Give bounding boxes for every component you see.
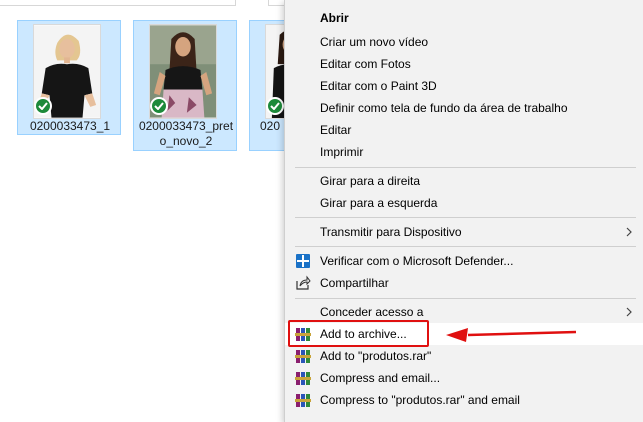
menu-separator bbox=[295, 298, 636, 299]
menu-item-label: Conceder acesso a bbox=[320, 305, 424, 319]
menu-item-open[interactable]: Abrir bbox=[285, 7, 643, 29]
menu-item-label: Editar bbox=[320, 123, 352, 137]
menu-item-edit-photos[interactable]: Editar com Fotos bbox=[285, 53, 643, 75]
file-name: 0200033473_pret o_novo_2 bbox=[138, 119, 234, 148]
menu-item-label: Editar com o Paint 3D bbox=[320, 79, 437, 93]
annotation-highlight-box bbox=[288, 320, 429, 347]
file-item-2[interactable]: 0200033473_pret o_novo_2 bbox=[133, 20, 237, 151]
share-icon bbox=[296, 275, 311, 290]
sync-status-icon bbox=[266, 97, 284, 115]
winrar-books-icon bbox=[295, 350, 311, 363]
menu-item-rotate-right[interactable]: Girar para a direita bbox=[285, 170, 643, 192]
toolbar-box bbox=[0, 0, 236, 6]
menu-item-create-video[interactable]: Criar um novo vídeo bbox=[285, 31, 643, 53]
menu-item-cast-to-device[interactable]: Transmitir para Dispositivo bbox=[285, 221, 643, 243]
explorer-window: 0200033473_1 0200033473_pret o_novo_2 02… bbox=[0, 0, 643, 422]
menu-item-label: Compartilhar bbox=[320, 276, 389, 290]
sync-status-icon bbox=[34, 97, 52, 115]
context-menu: Abrir Criar um novo vídeo Editar com Fot… bbox=[284, 0, 643, 422]
annotation-arrow-icon bbox=[446, 328, 577, 342]
chevron-right-icon bbox=[626, 227, 632, 237]
chevron-right-icon bbox=[626, 307, 632, 317]
menu-separator bbox=[295, 167, 636, 168]
menu-separator bbox=[295, 217, 636, 218]
menu-item-label: Abrir bbox=[320, 11, 349, 25]
menu-item-rotate-left[interactable]: Girar para a esquerda bbox=[285, 192, 643, 214]
menu-item-label: Editar com Fotos bbox=[320, 57, 411, 71]
file-name: 0200033473_1 bbox=[29, 119, 111, 133]
menu-item-compress-rar-email[interactable]: Compress to "produtos.rar" and email bbox=[285, 389, 643, 411]
menu-item-label: Girar para a esquerda bbox=[320, 196, 438, 210]
menu-item-scan-defender[interactable]: Verificar com o Microsoft Defender... bbox=[285, 250, 643, 272]
menu-item-label: Add to "produtos.rar" bbox=[320, 349, 432, 363]
winrar-books-icon bbox=[295, 372, 311, 385]
menu-item-label: Imprimir bbox=[320, 145, 364, 159]
menu-item-label: Compress and email... bbox=[320, 371, 441, 385]
menu-item-compress-email[interactable]: Compress and email... bbox=[285, 367, 643, 389]
menu-item-label: Definir como tela de fundo da área de tr… bbox=[320, 101, 568, 115]
menu-item-set-wallpaper[interactable]: Definir como tela de fundo da área de tr… bbox=[285, 97, 643, 119]
menu-item-label: Transmitir para Dispositivo bbox=[320, 225, 462, 239]
menu-item-share[interactable]: Compartilhar bbox=[285, 272, 643, 294]
menu-item-label: Criar um novo vídeo bbox=[320, 35, 429, 49]
file-item-1[interactable]: 0200033473_1 bbox=[17, 20, 121, 135]
microsoft-defender-shield-icon bbox=[296, 254, 310, 268]
menu-item-label: Compress to "produtos.rar" and email bbox=[320, 393, 520, 407]
winrar-books-icon bbox=[295, 394, 311, 407]
menu-separator bbox=[295, 246, 636, 247]
menu-item-label: Verificar com o Microsoft Defender... bbox=[320, 254, 514, 268]
menu-item-edit-paint3d[interactable]: Editar com o Paint 3D bbox=[285, 75, 643, 97]
menu-item-add-to-rar[interactable]: Add to "produtos.rar" bbox=[285, 345, 643, 367]
sync-status-icon bbox=[150, 97, 168, 115]
menu-item-print[interactable]: Imprimir bbox=[285, 141, 643, 163]
menu-item-label: Girar para a direita bbox=[320, 174, 421, 188]
menu-item-edit[interactable]: Editar bbox=[285, 119, 643, 141]
